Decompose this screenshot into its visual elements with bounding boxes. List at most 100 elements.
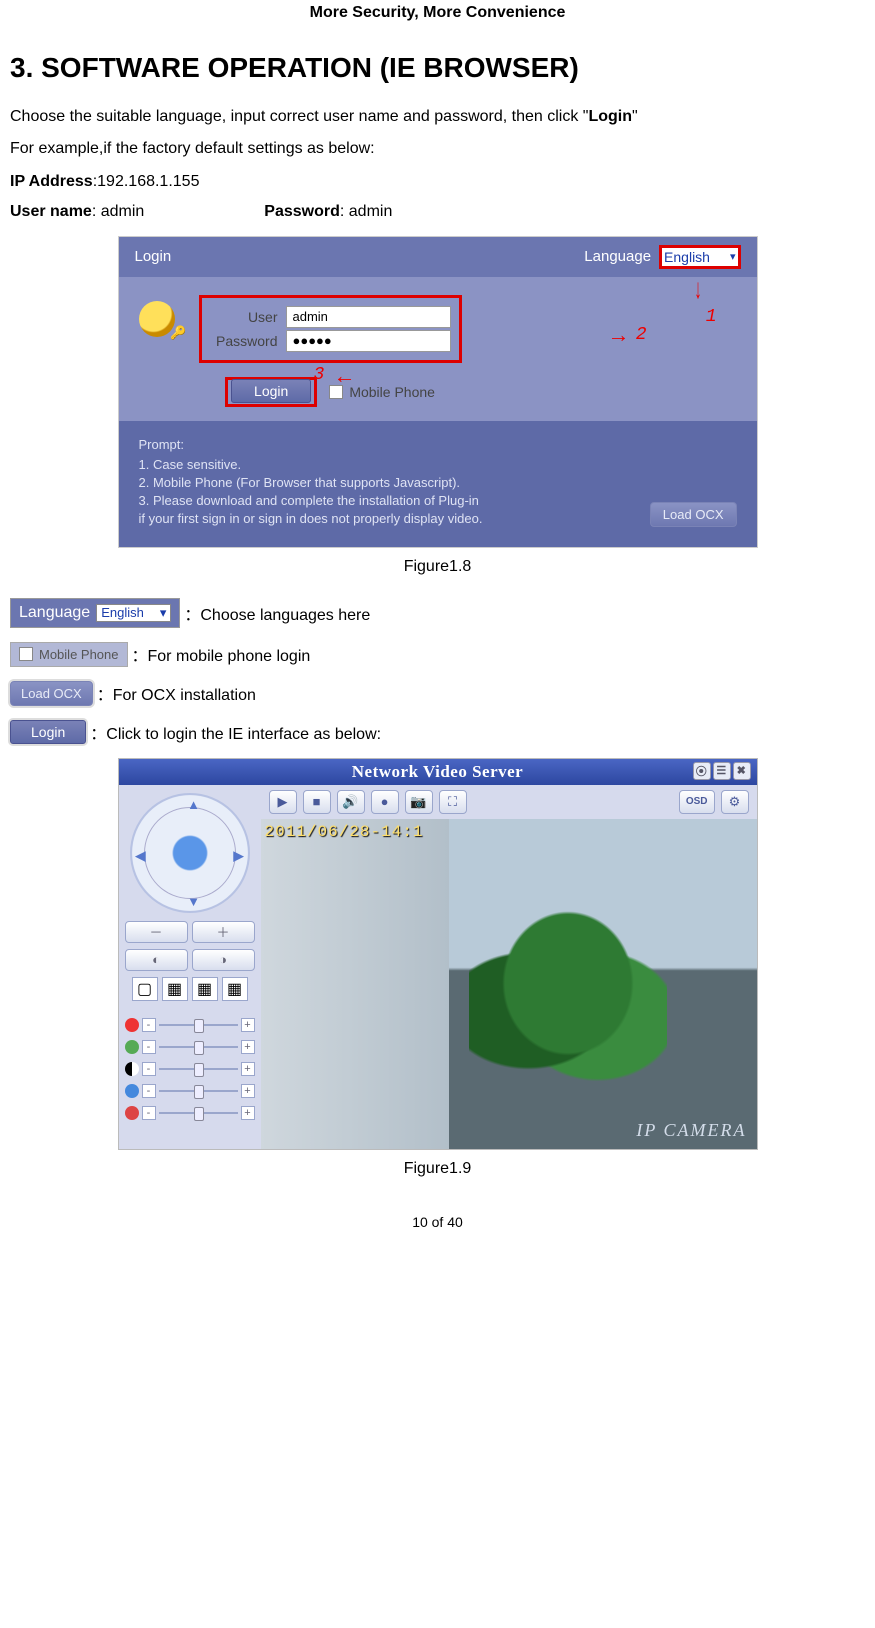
brightness-icon xyxy=(125,1018,139,1032)
layout-16[interactable]: ▦ xyxy=(222,977,248,1001)
plus-icon[interactable]: + xyxy=(241,1084,255,1098)
slider-hue[interactable]: -+ xyxy=(125,1062,255,1076)
password-input[interactable]: ●●●●● xyxy=(286,330,451,352)
ptz-up-icon[interactable]: ▲ xyxy=(187,797,200,812)
scene-wall xyxy=(261,819,449,1149)
video-scene: 2011/06/28-14:1 IP CAMERA xyxy=(261,819,757,1149)
credentials-box: User admin Password ●●●●● xyxy=(199,295,462,363)
legend-login: Login ：Click to login the IE interface a… xyxy=(10,720,865,744)
load-ocx-button[interactable]: Load OCX xyxy=(650,502,737,527)
minus-icon[interactable]: - xyxy=(142,1062,156,1076)
legend-login-button[interactable]: Login xyxy=(10,720,86,744)
viewer-sidebar: ▲ ▼ ◀ ▶ － ＋ ◐ ◑ ▢ ▦ ▦ ▦ -+ -+ -+ xyxy=(119,785,261,1149)
ptz-right-icon[interactable]: ▶ xyxy=(234,848,244,864)
slider-saturation[interactable]: -+ xyxy=(125,1084,255,1098)
user-field-label: User xyxy=(208,309,286,325)
user-value: : admin xyxy=(92,203,144,220)
legend-mobile-widget[interactable]: Mobile Phone xyxy=(10,642,128,667)
scene-plant xyxy=(469,911,667,1093)
layout-9[interactable]: ▦ xyxy=(192,977,218,1001)
legend-lang-desc: ：Choose languages here xyxy=(184,601,370,625)
plus-icon[interactable]: + xyxy=(241,1062,255,1076)
ptz-wheel[interactable]: ▲ ▼ ◀ ▶ xyxy=(130,793,250,913)
stop-button[interactable]: ■ xyxy=(303,790,331,814)
intro-paragraph: Choose the suitable language, input corr… xyxy=(10,102,865,132)
fullscreen-button[interactable]: ⛶ xyxy=(439,790,467,814)
prompt-line-2: 2. Mobile Phone (For Browser that suppor… xyxy=(139,475,737,490)
legend-ocx-button[interactable]: Load OCX xyxy=(10,681,93,706)
contrast-icon xyxy=(125,1040,139,1054)
plus-icon[interactable]: + xyxy=(241,1018,255,1032)
prompt-line-3: 3. Please download and complete the inst… xyxy=(139,493,737,508)
login-button-highlight: Login xyxy=(225,377,317,407)
layout-1[interactable]: ▢ xyxy=(132,977,158,1001)
viewer-title-text: Network Video Server xyxy=(352,762,523,781)
slider-extra[interactable]: -+ xyxy=(125,1106,255,1120)
title-icon-2[interactable]: ☰ xyxy=(713,762,731,780)
checkbox-icon xyxy=(19,647,33,661)
legend-lang-select[interactable]: English ▾ xyxy=(96,604,171,622)
figure-1-9-caption: Figure1.9 xyxy=(10,1160,865,1178)
title-icon-3[interactable]: ✖ xyxy=(733,762,751,780)
side-btn-plus[interactable]: ＋ xyxy=(192,921,255,943)
user-label: User name xyxy=(10,203,92,220)
ptz-down-icon[interactable]: ▼ xyxy=(187,894,200,909)
plus-icon[interactable]: + xyxy=(241,1040,255,1054)
legend-mobile-label: Mobile Phone xyxy=(39,647,119,662)
login-word: Login xyxy=(588,108,632,125)
side-btn-b[interactable]: ◑ xyxy=(192,949,255,971)
speaker-button[interactable]: 🔊 xyxy=(337,790,365,814)
slider-contrast[interactable]: -+ xyxy=(125,1040,255,1054)
viewer-screenshot: Network Video Server ⦿ ☰ ✖ ▲ ▼ ◀ ▶ － ＋ ◐… xyxy=(118,758,758,1150)
language-value: English xyxy=(664,249,710,265)
login-screenshot: Login Language English ▾ ↓ 1 → 2 3 ← Use… xyxy=(118,236,758,548)
layout-4[interactable]: ▦ xyxy=(162,977,188,1001)
password-field-label: Password xyxy=(208,333,286,349)
legend-mobile-desc: ：For mobile phone login xyxy=(132,642,311,666)
password-line: Password: admin xyxy=(264,197,392,227)
avatar-icon xyxy=(139,301,175,337)
intro-text-end: " xyxy=(632,108,638,125)
saturation-icon xyxy=(125,1084,139,1098)
minus-icon[interactable]: - xyxy=(142,1106,156,1120)
prompt-title: Prompt: xyxy=(139,437,737,452)
prompt-line-4: if your first sign in or sign in does no… xyxy=(139,511,737,526)
video-timestamp: 2011/06/28-14:1 xyxy=(265,823,424,841)
video-watermark: IP CAMERA xyxy=(636,1120,746,1141)
title-icon-1[interactable]: ⦿ xyxy=(693,762,711,780)
side-btn-a[interactable]: ◐ xyxy=(125,949,188,971)
legend-ocx: Load OCX ：For OCX installation xyxy=(10,681,865,706)
arrow-3-icon: ← xyxy=(334,363,356,389)
plus-icon[interactable]: + xyxy=(241,1106,255,1120)
marker-3: 3 xyxy=(314,365,325,385)
ptz-left-icon[interactable]: ◀ xyxy=(136,848,146,864)
snapshot-button[interactable]: 📷 xyxy=(405,790,433,814)
user-input[interactable]: admin xyxy=(286,306,451,328)
legend-language-widget: Language English ▾ xyxy=(10,598,180,628)
login-button[interactable]: Login xyxy=(231,379,311,403)
legend-login-desc: ：Click to login the IE interface as belo… xyxy=(90,720,381,744)
arrow-1-icon: ↓ xyxy=(694,273,701,305)
side-btn-minus[interactable]: － xyxy=(125,921,188,943)
osd-button[interactable]: OSD xyxy=(679,790,715,814)
dropdown-caret-icon: ▾ xyxy=(160,605,167,621)
login-title: Login xyxy=(135,248,172,265)
minus-icon[interactable]: - xyxy=(142,1018,156,1032)
user-line: User name: admin xyxy=(10,197,144,227)
record-button[interactable]: ● xyxy=(371,790,399,814)
minus-icon[interactable]: - xyxy=(142,1040,156,1054)
legend-lang-value: English xyxy=(101,605,144,620)
legend-mobile: Mobile Phone ：For mobile phone login xyxy=(10,642,865,667)
video-pane: ▶ ■ 🔊 ● 📷 ⛶ OSD ⚙ 2011/06/28-14:1 IP CAM… xyxy=(261,785,757,1149)
section-heading: 3. SOFTWARE OPERATION (IE BROWSER) xyxy=(10,52,865,84)
play-button[interactable]: ▶ xyxy=(269,790,297,814)
minus-icon[interactable]: - xyxy=(142,1084,156,1098)
language-select[interactable]: English ▾ xyxy=(659,245,740,269)
slider-brightness[interactable]: -+ xyxy=(125,1018,255,1032)
ip-label: IP Address xyxy=(10,173,93,190)
marker-2: 2 xyxy=(636,325,647,345)
login-prompt-area: Prompt: 1. Case sensitive. 2. Mobile Pho… xyxy=(119,421,757,547)
settings-button[interactable]: ⚙ xyxy=(721,790,749,814)
intro-text: Choose the suitable language, input corr… xyxy=(10,108,588,125)
prompt-line-1: 1. Case sensitive. xyxy=(139,457,737,472)
